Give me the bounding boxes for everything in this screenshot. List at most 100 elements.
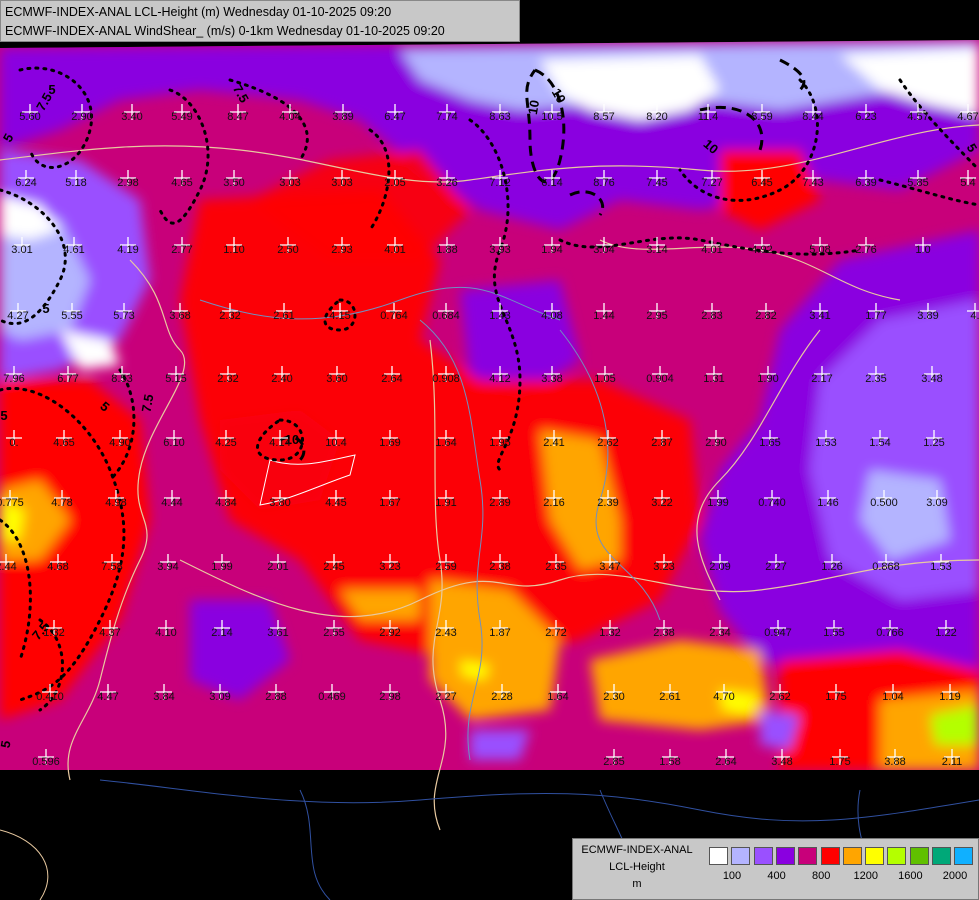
value-label: 4.25: [215, 437, 236, 449]
value-label: 4.98: [105, 497, 126, 509]
value-label: 2.35: [865, 373, 886, 385]
value-label: 7.58: [101, 561, 122, 573]
value-label: 3.01: [11, 244, 32, 256]
value-label: 10.5: [541, 111, 562, 123]
value-label: 2.95: [646, 310, 667, 322]
value-label: 0.740: [758, 497, 786, 509]
value-label: 3.89: [917, 310, 938, 322]
value-label: 8.76: [593, 177, 614, 189]
value-label: 3.03: [331, 177, 352, 189]
value-label: 1.22: [935, 627, 956, 639]
value-label: 2.45: [323, 561, 344, 573]
value-label: 7.45: [646, 177, 667, 189]
value-label: 3.80: [269, 497, 290, 509]
value-label: 1.99: [707, 497, 728, 509]
value-label: 2.16: [543, 497, 564, 509]
value-label: 1.25: [923, 437, 944, 449]
legend-tick-label: 1600: [898, 870, 923, 882]
legend-variable: LCL-Height: [609, 861, 665, 873]
contour-label: 5: [0, 408, 7, 423]
value-label: 0.775: [0, 497, 24, 509]
value-label: 3.94: [157, 561, 178, 573]
value-label: 2.17: [811, 373, 832, 385]
contour-label: 5: [42, 301, 49, 316]
value-label: 1.64: [435, 437, 456, 449]
value-label: 2.90: [71, 111, 92, 123]
value-label: 3.47: [599, 561, 620, 573]
value-label: 5.73: [113, 310, 134, 322]
value-label: 2.35: [545, 561, 566, 573]
value-label: 6.47: [384, 111, 405, 123]
value-label: 3.04: [593, 244, 614, 256]
value-label: 8.20: [646, 111, 667, 123]
value-label: 5.55: [61, 310, 82, 322]
value-label: 2.62: [597, 437, 618, 449]
value-label: 0.469: [318, 691, 346, 703]
value-label: 2.39: [597, 497, 618, 509]
value-label: 0.: [9, 437, 18, 449]
value-label: 2.14: [211, 627, 232, 639]
map-title-box: ECMWF-INDEX-ANAL LCL-Height (m) Wednesda…: [0, 0, 520, 42]
value-label: 2.85: [603, 756, 624, 768]
value-label: 2.43: [435, 627, 456, 639]
value-label: 3.93: [489, 244, 510, 256]
value-label: 2.98: [117, 177, 138, 189]
value-label: 2.64: [381, 373, 402, 385]
value-label: 1.58: [659, 756, 680, 768]
value-label: 10.4: [325, 437, 346, 449]
value-label: 8.47: [227, 111, 248, 123]
value-label: 3.61: [267, 627, 288, 639]
value-label: 4.: [970, 310, 979, 322]
value-label: 3.41: [809, 310, 830, 322]
value-label: 1.75: [825, 691, 846, 703]
value-label: 4.14: [269, 437, 290, 449]
value-label: 0.410: [36, 691, 64, 703]
value-label: 3.03: [279, 177, 300, 189]
value-label: 2.34: [709, 627, 730, 639]
value-label: 1.64: [547, 691, 568, 703]
value-label: 4.70: [713, 691, 734, 703]
value-label: 3.40: [121, 111, 142, 123]
legend-swatch: [932, 847, 951, 865]
value-label: 4.67: [957, 111, 978, 123]
value-label: 2.41: [543, 437, 564, 449]
legend-swatch: [820, 847, 840, 865]
value-label: 1.43: [489, 310, 510, 322]
value-label: 2.92: [379, 627, 400, 639]
value-label: 1.55: [823, 627, 844, 639]
value-label: 3.88: [884, 756, 905, 768]
value-label: 5.60: [19, 111, 40, 123]
value-label: 4.57: [907, 111, 928, 123]
value-label: 2.32: [217, 373, 238, 385]
value-label: 5.08: [809, 244, 830, 256]
value-label: 11.4: [698, 111, 719, 123]
value-label: 1.0: [915, 244, 930, 256]
value-label: 2.28: [491, 691, 512, 703]
value-label: 1.10: [223, 244, 244, 256]
value-label: 4.65: [53, 437, 74, 449]
value-label: 4.19: [117, 244, 138, 256]
value-label: 1.90: [757, 373, 778, 385]
value-label: 2.38: [489, 561, 510, 573]
value-label: 4.65: [171, 177, 192, 189]
value-label: 2.98: [379, 691, 400, 703]
value-label: 4.45: [325, 497, 346, 509]
legend-swatch: [909, 847, 929, 865]
contour-label: 10: [525, 99, 542, 116]
value-label: 7.43: [802, 177, 823, 189]
legend-unit: m: [632, 878, 642, 890]
value-label: 1.32: [43, 627, 64, 639]
value-label: 2.87: [651, 437, 672, 449]
value-label: 1.05: [594, 373, 615, 385]
value-label: 1.19: [939, 691, 960, 703]
value-label: 0.868: [872, 561, 900, 573]
value-label: 3.23: [653, 561, 674, 573]
value-label: 3.84: [153, 691, 174, 703]
value-label: 2.88: [265, 691, 286, 703]
value-label: 3.38: [541, 373, 562, 385]
value-label: 4.47: [97, 691, 118, 703]
value-label: 4.01: [701, 244, 722, 256]
value-label: 3.26: [436, 177, 457, 189]
value-label: 6.10: [163, 437, 184, 449]
value-label: 4.92: [751, 244, 772, 256]
